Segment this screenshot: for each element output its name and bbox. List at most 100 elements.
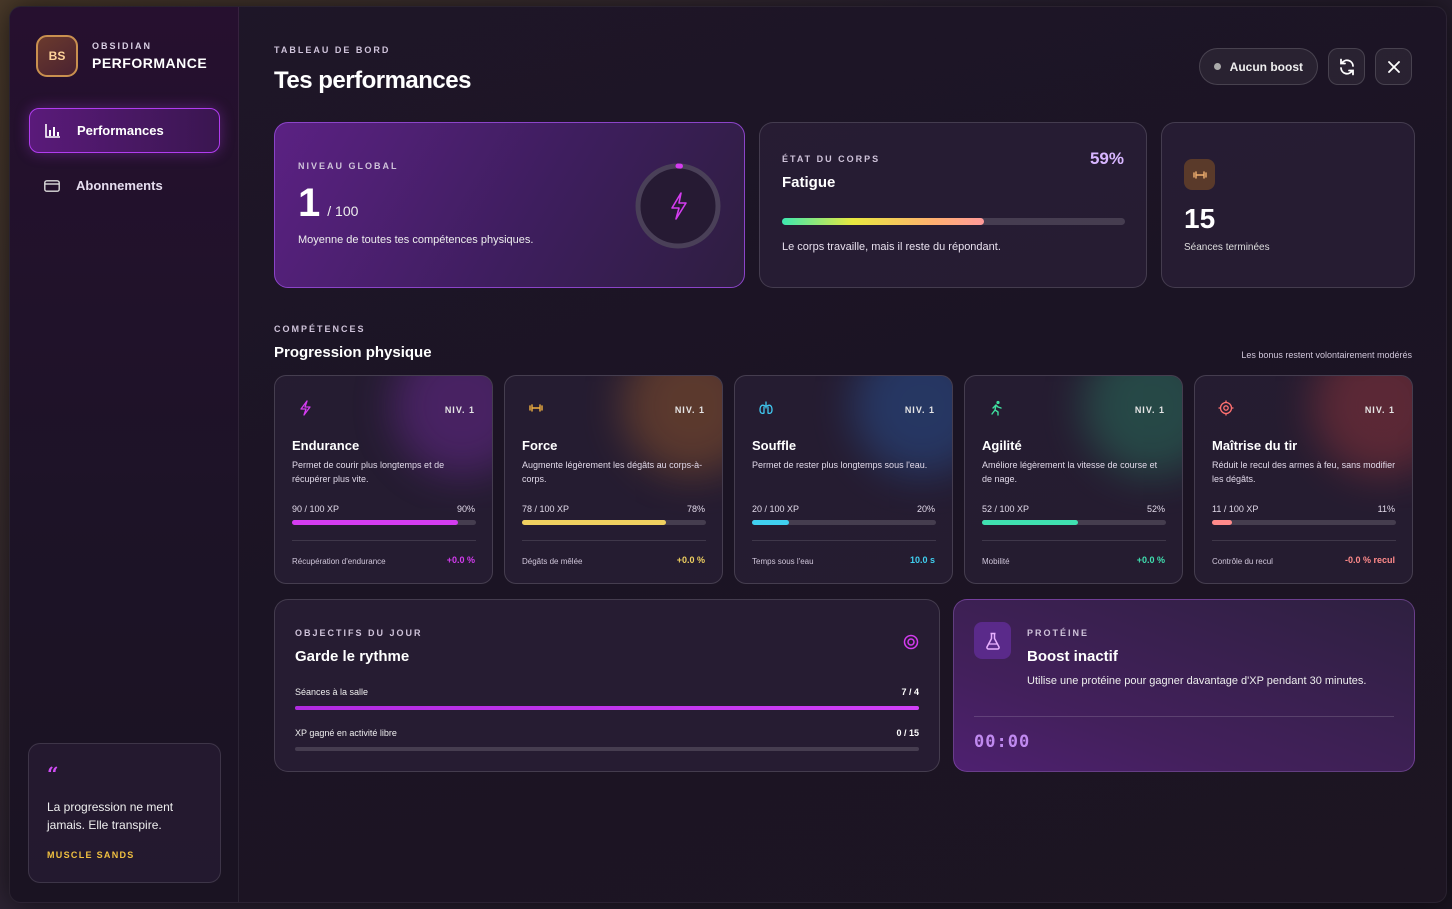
sessions-count: 15 <box>1184 203 1216 234</box>
level-max: / 100 <box>327 203 359 219</box>
skill-percent: 90% <box>456 504 475 514</box>
skill-description: Améliore légèrement la vitesse de course… <box>982 460 1158 484</box>
skill-stat-label: Temps sous l'eau <box>752 557 814 566</box>
skill-level: NIV. 1 <box>444 405 475 415</box>
goal-row: Séances à la salle 7 / 4 <box>295 687 919 710</box>
lightning-icon <box>300 400 311 416</box>
brand-logo: BS <box>36 35 78 77</box>
skill-progress-fill <box>1212 520 1233 525</box>
skill-description: Permet de courir plus longtemps et de ré… <box>292 460 445 484</box>
sessions-label: Séances terminées <box>1184 242 1270 253</box>
body-state-description: Le corps travaille, mais il reste du rép… <box>782 241 1001 253</box>
sidebar-item-label: Performances <box>77 123 164 138</box>
skill-progress-bar <box>982 520 1166 525</box>
skill-stat-value: +0.0 % <box>446 555 475 565</box>
protein-card: PROTÉINE Boost inactif Utilise une proté… <box>953 599 1415 772</box>
daily-goals-card: OBJECTIFS DU JOUR Garde le rythme Séance… <box>274 599 940 772</box>
goal-value: 0 / 15 <box>896 728 919 738</box>
close-icon <box>1387 60 1400 73</box>
skill-name: Endurance <box>292 438 360 453</box>
skill-stat-value: 10.0 s <box>909 555 935 565</box>
skill-xp: 20 / 100 XP <box>752 504 800 514</box>
skill-card-souffle[interactable]: NIV. 1 Souffle Permet de rester plus lon… <box>734 375 953 584</box>
quote-text: La progression ne ment jamais. Elle tran… <box>47 800 174 832</box>
goal-progress-bar <box>295 706 919 710</box>
skill-percent: 20% <box>916 504 935 514</box>
skill-stat-label: Dégâts de mêlée <box>522 557 583 566</box>
skill-card-maitrise-du-tir[interactable]: NIV. 1 Maîtrise du tir Réduit le recul d… <box>1194 375 1413 584</box>
body-state-label: Fatigue <box>782 174 836 191</box>
skill-xp: 90 / 100 XP <box>292 504 340 514</box>
page-title: Tes performances <box>274 67 471 94</box>
close-button[interactable] <box>1375 48 1412 85</box>
dumbbell-icon <box>1184 159 1215 190</box>
goal-row: XP gagné en activité libre 0 / 15 <box>295 728 919 751</box>
protein-eyebrow: PROTÉINE <box>1027 628 1090 638</box>
skill-progress-fill <box>292 520 458 525</box>
skill-card-endurance[interactable]: NIV. 1 Endurance Permet de courir plus l… <box>274 375 493 584</box>
skill-description: Augmente légèrement les dégâts au corps-… <box>522 460 703 484</box>
skill-level: NIV. 1 <box>1134 405 1165 415</box>
skill-progress-bar <box>292 520 476 525</box>
level-ring <box>635 163 721 249</box>
top-actions: Aucun boost <box>1198 48 1412 85</box>
skill-progress-fill <box>752 520 789 525</box>
refresh-button[interactable] <box>1328 48 1365 85</box>
skill-percent: 11% <box>1377 504 1395 514</box>
skill-description: Permet de rester plus longtemps sous l'e… <box>752 460 928 470</box>
running-icon <box>991 400 1002 416</box>
body-state-bar-fill <box>782 218 985 225</box>
quote-card: “ La progression ne ment jamais. Elle tr… <box>28 743 221 883</box>
sidebar: BS OBSIDIAN PERFORMANCE Performances Abo… <box>10 7 239 902</box>
credit-card-icon <box>44 179 64 192</box>
sidebar-item-abonnements[interactable]: Abonnements <box>29 163 220 208</box>
goal-progress-fill <box>295 706 919 710</box>
skill-percent: 52% <box>1146 504 1165 514</box>
brand-subtitle: OBSIDIAN <box>92 41 153 51</box>
sidebar-item-label: Abonnements <box>76 178 163 193</box>
boost-status-label: Aucun boost <box>1229 59 1303 74</box>
skill-name: Agilité <box>982 438 1022 453</box>
app-window: BS OBSIDIAN PERFORMANCE Performances Abo… <box>9 6 1447 903</box>
body-eyebrow: ÉTAT DU CORPS <box>782 154 881 164</box>
skill-stat-label: Récupération d'endurance <box>292 557 386 566</box>
sidebar-item-performances[interactable]: Performances <box>29 108 220 153</box>
skill-percent: 78% <box>686 504 705 514</box>
target-icon <box>1218 400 1234 416</box>
skill-level: NIV. 1 <box>674 405 705 415</box>
skill-xp: 52 / 100 XP <box>982 504 1030 514</box>
skill-name: Souffle <box>752 438 797 453</box>
skill-progress-fill <box>982 520 1078 525</box>
skill-stat-value: +0.0 % <box>676 555 705 565</box>
global-level-card: NIVEAU GLOBAL 1 / 100 Moyenne de toutes … <box>274 122 745 288</box>
lungs-icon <box>759 401 773 415</box>
skill-description: Réduit le recul des armes à feu, sans mo… <box>1212 460 1396 484</box>
boost-status-button[interactable]: Aucun boost <box>1198 48 1318 85</box>
skill-stat-value: +0.0 % <box>1136 555 1165 565</box>
sessions-card: 15 Séances terminées <box>1161 122 1415 288</box>
skills-eyebrow: COMPÉTENCES <box>274 324 366 334</box>
refresh-icon <box>1339 58 1354 75</box>
goal-progress-bar <box>295 747 919 751</box>
page-eyebrow: TABLEAU DE BORD <box>274 45 391 55</box>
main-content: TABLEAU DE BORD Tes performances Aucun b… <box>239 7 1446 902</box>
flask-icon <box>974 622 1011 659</box>
goal-label: XP gagné en activité libre <box>295 728 397 738</box>
goals-eyebrow: OBJECTIFS DU JOUR <box>295 628 423 638</box>
skill-progress-fill <box>522 520 666 525</box>
skill-stat-label: Contrôle du recul <box>1212 557 1273 566</box>
goal-label: Séances à la salle <box>295 687 369 697</box>
brand-title: PERFORMANCE <box>92 55 208 71</box>
skill-card-agilite[interactable]: NIV. 1 Agilité Améliore légèrement la vi… <box>964 375 1183 584</box>
status-dot-icon <box>1213 63 1221 70</box>
level-value: 1 / 100 <box>298 181 358 226</box>
brand: BS OBSIDIAN PERFORMANCE <box>36 35 207 77</box>
body-state-percent: 59% <box>1089 149 1124 168</box>
skill-xp: 78 / 100 XP <box>522 504 570 514</box>
skill-card-force[interactable]: NIV. 1 Force Augmente légèrement les dég… <box>504 375 723 584</box>
skill-stat-value: -0.0 % recul <box>1344 555 1395 565</box>
skill-progress-bar <box>752 520 936 525</box>
protein-timer: 00:00 <box>974 732 1031 752</box>
protein-title: Boost inactif <box>1027 648 1118 665</box>
level-eyebrow: NIVEAU GLOBAL <box>298 161 399 171</box>
